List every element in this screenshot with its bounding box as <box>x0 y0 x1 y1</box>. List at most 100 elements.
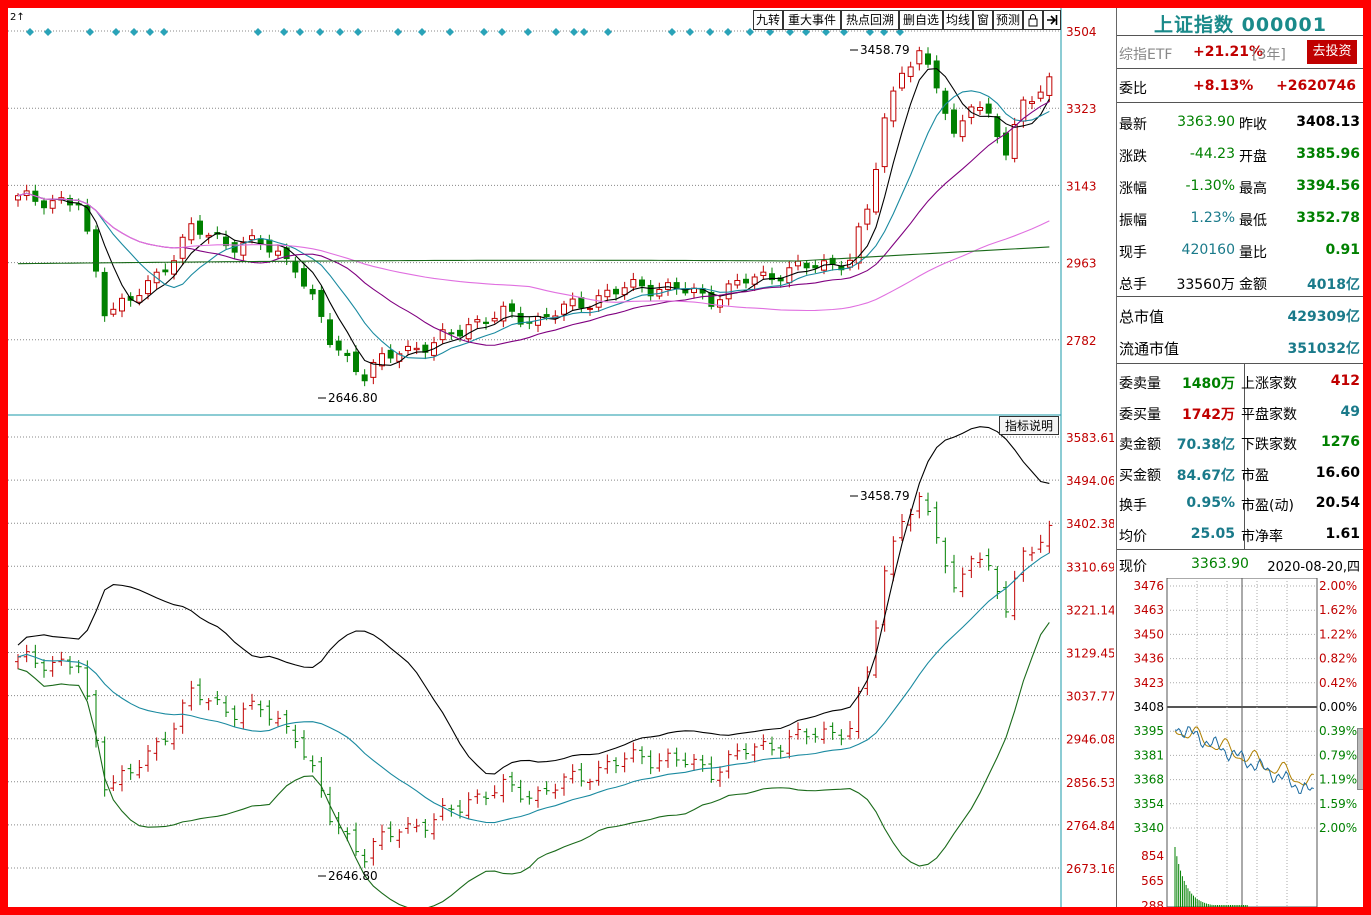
candle-body <box>933 60 940 89</box>
mini-right-tick: 2.00% <box>1319 579 1357 593</box>
price-tick-label: 2782 <box>1066 334 1097 348</box>
candle-body <box>743 278 749 284</box>
candle-body <box>899 72 905 89</box>
event-marker <box>280 28 288 36</box>
candle-body <box>292 261 299 273</box>
ratio-label: 委比 <box>1119 81 1147 97</box>
candle-body <box>916 50 923 65</box>
exit-icon[interactable] <box>1043 10 1061 30</box>
kline-charts[interactable]: 3504 3323 3143 2963 2782 3583.61 3494.06 3402.3… <box>8 8 1114 907</box>
toolbar-button-forecast[interactable]: 预测 <box>993 10 1023 30</box>
event-marker <box>724 28 732 36</box>
event-marker <box>86 28 94 36</box>
quote-panel: 上证指数 000001 综指ETF +21.21% [3年] 去投资 委比 +8… <box>1116 8 1364 907</box>
candle-body <box>613 288 619 295</box>
toolbar-button-window[interactable]: 窗 <box>973 10 993 30</box>
candle-body <box>803 262 810 269</box>
ratio-row: 委比 +8.13% +2620746 <box>1119 72 1362 102</box>
candle-body <box>309 288 316 295</box>
order-row: 均价 25.05 市净率 1.61 <box>1119 520 1362 550</box>
candle-body <box>890 90 897 122</box>
candle-body <box>474 319 481 323</box>
quote-value: 33560万 <box>1176 277 1235 293</box>
quote-value: 4018亿 <box>1307 277 1360 293</box>
mini-vol-tick: 288 <box>1141 899 1164 907</box>
candle-body <box>361 374 368 382</box>
price-tick-label: 2673.16 <box>1066 862 1114 876</box>
toolbar-button-jiuzhuan[interactable]: 九转 <box>753 10 783 30</box>
toolbar-button-ma[interactable]: 均线 <box>943 10 973 30</box>
price-tick-label: 3323 <box>1066 102 1097 116</box>
quote-value: -44.23 <box>1189 146 1235 162</box>
candle-body <box>257 238 264 244</box>
mini-left-tick: 3395 <box>1133 724 1164 738</box>
mini-left-tick: 3436 <box>1133 652 1164 666</box>
event-marker <box>480 28 488 36</box>
price-tick-label: 3143 <box>1066 179 1097 193</box>
toolbar-button-major-events[interactable]: 重大事件 <box>783 10 841 30</box>
boll-upper <box>17 426 1050 775</box>
quote-label: 振幅 <box>1119 213 1147 229</box>
mini-left-tick: 3463 <box>1133 603 1164 617</box>
candle-body <box>561 303 567 315</box>
event-marker <box>498 28 506 36</box>
boll-lower <box>17 622 1050 907</box>
ratio-pct: +8.13% <box>1193 78 1254 94</box>
order-row: 换手 0.95% 市盈(动) 20.54 <box>1119 489 1362 519</box>
current-label: 现价 <box>1119 559 1147 575</box>
invest-button[interactable]: 去投资 <box>1307 40 1357 64</box>
candle-body <box>812 265 819 269</box>
corner-label: 2↑ <box>10 12 25 23</box>
ma20-line <box>17 101 1050 346</box>
candle-body <box>491 317 498 322</box>
event-marker <box>146 28 154 36</box>
quote-row: 总手 33560万 金额 4018亿 <box>1119 268 1362 298</box>
candle-body <box>734 279 741 286</box>
candle-body <box>413 347 420 351</box>
event-marker <box>336 28 344 36</box>
candle-body <box>188 223 195 241</box>
order-row: 买金额 84.67亿 市盈 16.60 <box>1119 459 1362 489</box>
event-marker <box>446 28 454 36</box>
toolbar-button-remove-watchlist[interactable]: 删自选 <box>899 10 943 30</box>
toolbar-button-hot-review[interactable]: 热点回溯 <box>841 10 899 30</box>
candle-body <box>587 307 593 310</box>
scrollbar-handle[interactable] <box>1357 728 1363 790</box>
high-annotation: 3458.79 <box>860 43 910 57</box>
event-marker <box>254 28 262 36</box>
order-row: 卖金额 70.38亿 下跌家数 1276 <box>1119 428 1362 458</box>
order-label: 市净率 <box>1241 528 1283 545</box>
market-cap-value: 429309亿 <box>1287 309 1360 325</box>
intraday-chart[interactable]: 3476 2.00% 3463 1.62% 3450 1.22% 3436 0.82% 3423… <box>1117 578 1364 907</box>
order-label: 市盈 <box>1241 467 1269 484</box>
candle-body <box>959 120 966 138</box>
candle-body <box>110 308 117 315</box>
candle-body <box>907 66 914 77</box>
quote-label: 最新 <box>1119 117 1147 133</box>
candle-body <box>847 259 853 268</box>
order-value: 1276 <box>1321 434 1360 450</box>
event-marker <box>668 28 676 36</box>
candle-body <box>353 351 359 373</box>
mini-right-tick: 0.39% <box>1319 724 1357 738</box>
order-label: 委卖量 <box>1119 376 1161 392</box>
mini-left-tick: 3408 <box>1133 700 1164 714</box>
quote-label: 涨跌 <box>1119 149 1147 165</box>
mini-right-tick: 1.62% <box>1319 603 1357 617</box>
candle-body <box>249 235 255 241</box>
mini-vol-tick: 565 <box>1141 874 1164 888</box>
order-label: 委买量 <box>1119 406 1161 423</box>
event-marker <box>686 28 694 36</box>
lock-icon[interactable] <box>1023 10 1043 30</box>
candle-body <box>405 345 411 352</box>
indicator-help-button[interactable]: 指标说明 <box>999 416 1059 435</box>
quote-row: 现手 420160 量比 0.91 <box>1119 236 1362 266</box>
candle-body <box>15 195 21 201</box>
candle-body <box>1003 132 1009 156</box>
candle-body <box>994 116 1001 138</box>
event-marker <box>296 28 304 36</box>
mini-vol-tick: 854 <box>1141 849 1164 863</box>
mini-right-tick: 0.00% <box>1319 700 1357 714</box>
candle-body <box>977 107 983 111</box>
price-tick-label: 3494.06 <box>1066 474 1114 488</box>
